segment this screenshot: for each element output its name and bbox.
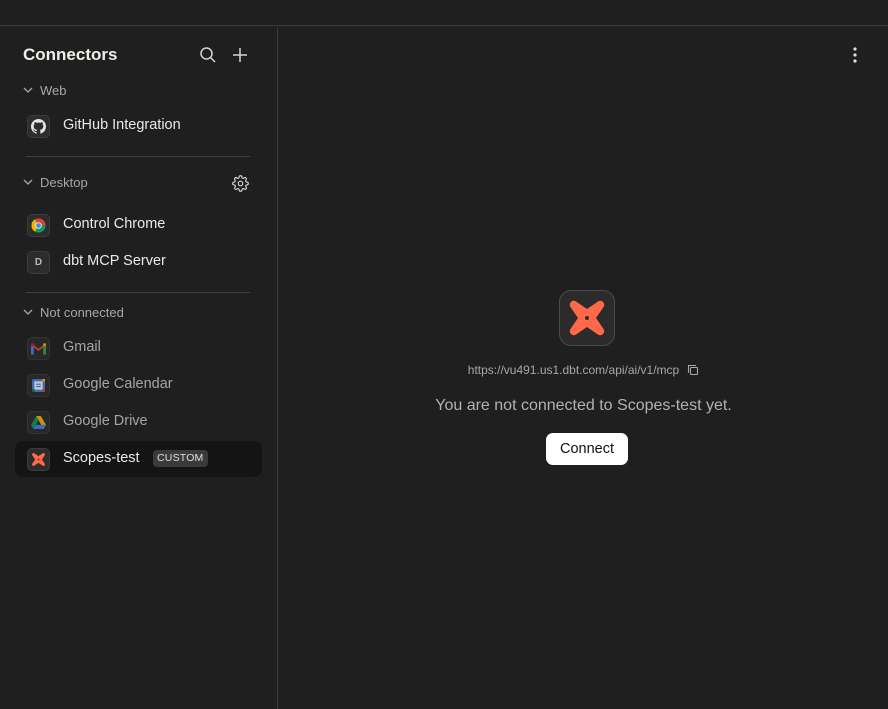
section-label-web: Web xyxy=(40,82,67,98)
connector-item-gmail[interactable]: Gmail xyxy=(15,330,262,366)
connector-label: GitHub Integration xyxy=(63,117,181,133)
add-connector-button[interactable] xyxy=(228,43,252,67)
connector-label: Google Drive xyxy=(63,413,148,429)
connectors-sidebar: Connectors Web GitHub Integration Deskto… xyxy=(0,27,278,709)
section-divider xyxy=(26,156,250,157)
more-options-button[interactable] xyxy=(845,43,865,67)
more-vertical-icon xyxy=(853,47,857,63)
search-button[interactable] xyxy=(196,43,220,67)
copy-url-button[interactable] xyxy=(687,364,699,376)
google-calendar-icon xyxy=(27,374,50,397)
title-bar xyxy=(0,0,888,26)
chevron-down-icon xyxy=(23,309,33,315)
connector-logo xyxy=(559,290,615,346)
connector-label: Google Calendar xyxy=(63,376,173,392)
chrome-icon xyxy=(27,214,50,237)
connection-status-message: You are not connected to Scopes-test yet… xyxy=(435,397,732,414)
connector-item-google-drive[interactable]: Google Drive xyxy=(15,404,262,440)
connector-item-github[interactable]: GitHub Integration xyxy=(15,108,262,144)
section-label-not-connected: Not connected xyxy=(40,304,124,320)
gmail-icon xyxy=(27,337,50,360)
connector-url-row: https://vu491.us1.dbt.com/api/ai/v1/mcp xyxy=(279,362,888,378)
connector-item-scopes-test[interactable]: Scopes-test CUSTOM xyxy=(15,441,262,477)
connector-detail-panel: https://vu491.us1.dbt.com/api/ai/v1/mcp … xyxy=(279,27,888,709)
section-toggle-desktop[interactable]: Desktop xyxy=(22,172,88,192)
connector-item-google-calendar[interactable]: Google Calendar xyxy=(15,367,262,403)
github-icon xyxy=(27,115,50,138)
letter-d-icon: D xyxy=(27,251,50,274)
connector-label: dbt MCP Server xyxy=(63,253,166,269)
chevron-down-icon xyxy=(23,179,33,185)
dbt-icon xyxy=(27,448,50,471)
connector-label: Control Chrome xyxy=(63,216,166,232)
search-icon xyxy=(200,47,216,63)
section-divider xyxy=(26,292,250,293)
copy-icon xyxy=(688,364,699,376)
connector-url: https://vu491.us1.dbt.com/api/ai/v1/mcp xyxy=(467,363,680,377)
section-toggle-web[interactable]: Web xyxy=(22,80,67,100)
section-label-desktop: Desktop xyxy=(40,174,88,190)
sidebar-title: Connectors xyxy=(23,45,118,64)
google-drive-icon xyxy=(27,411,50,434)
connect-button[interactable]: Connect xyxy=(546,433,628,465)
dbt-logo-icon xyxy=(569,300,605,336)
section-toggle-not-connected[interactable]: Not connected xyxy=(22,302,124,322)
connector-item-dbt-mcp-server[interactable]: D dbt MCP Server xyxy=(15,244,262,280)
desktop-settings-button[interactable] xyxy=(229,172,251,194)
connector-label: Scopes-test xyxy=(63,450,140,466)
connector-item-control-chrome[interactable]: Control Chrome xyxy=(15,207,262,243)
custom-badge: CUSTOM xyxy=(153,450,208,467)
chevron-down-icon xyxy=(23,87,33,93)
gear-icon xyxy=(231,174,249,192)
sidebar-header: Connectors xyxy=(0,27,278,83)
plus-icon xyxy=(233,48,247,62)
connector-label: Gmail xyxy=(63,339,101,355)
